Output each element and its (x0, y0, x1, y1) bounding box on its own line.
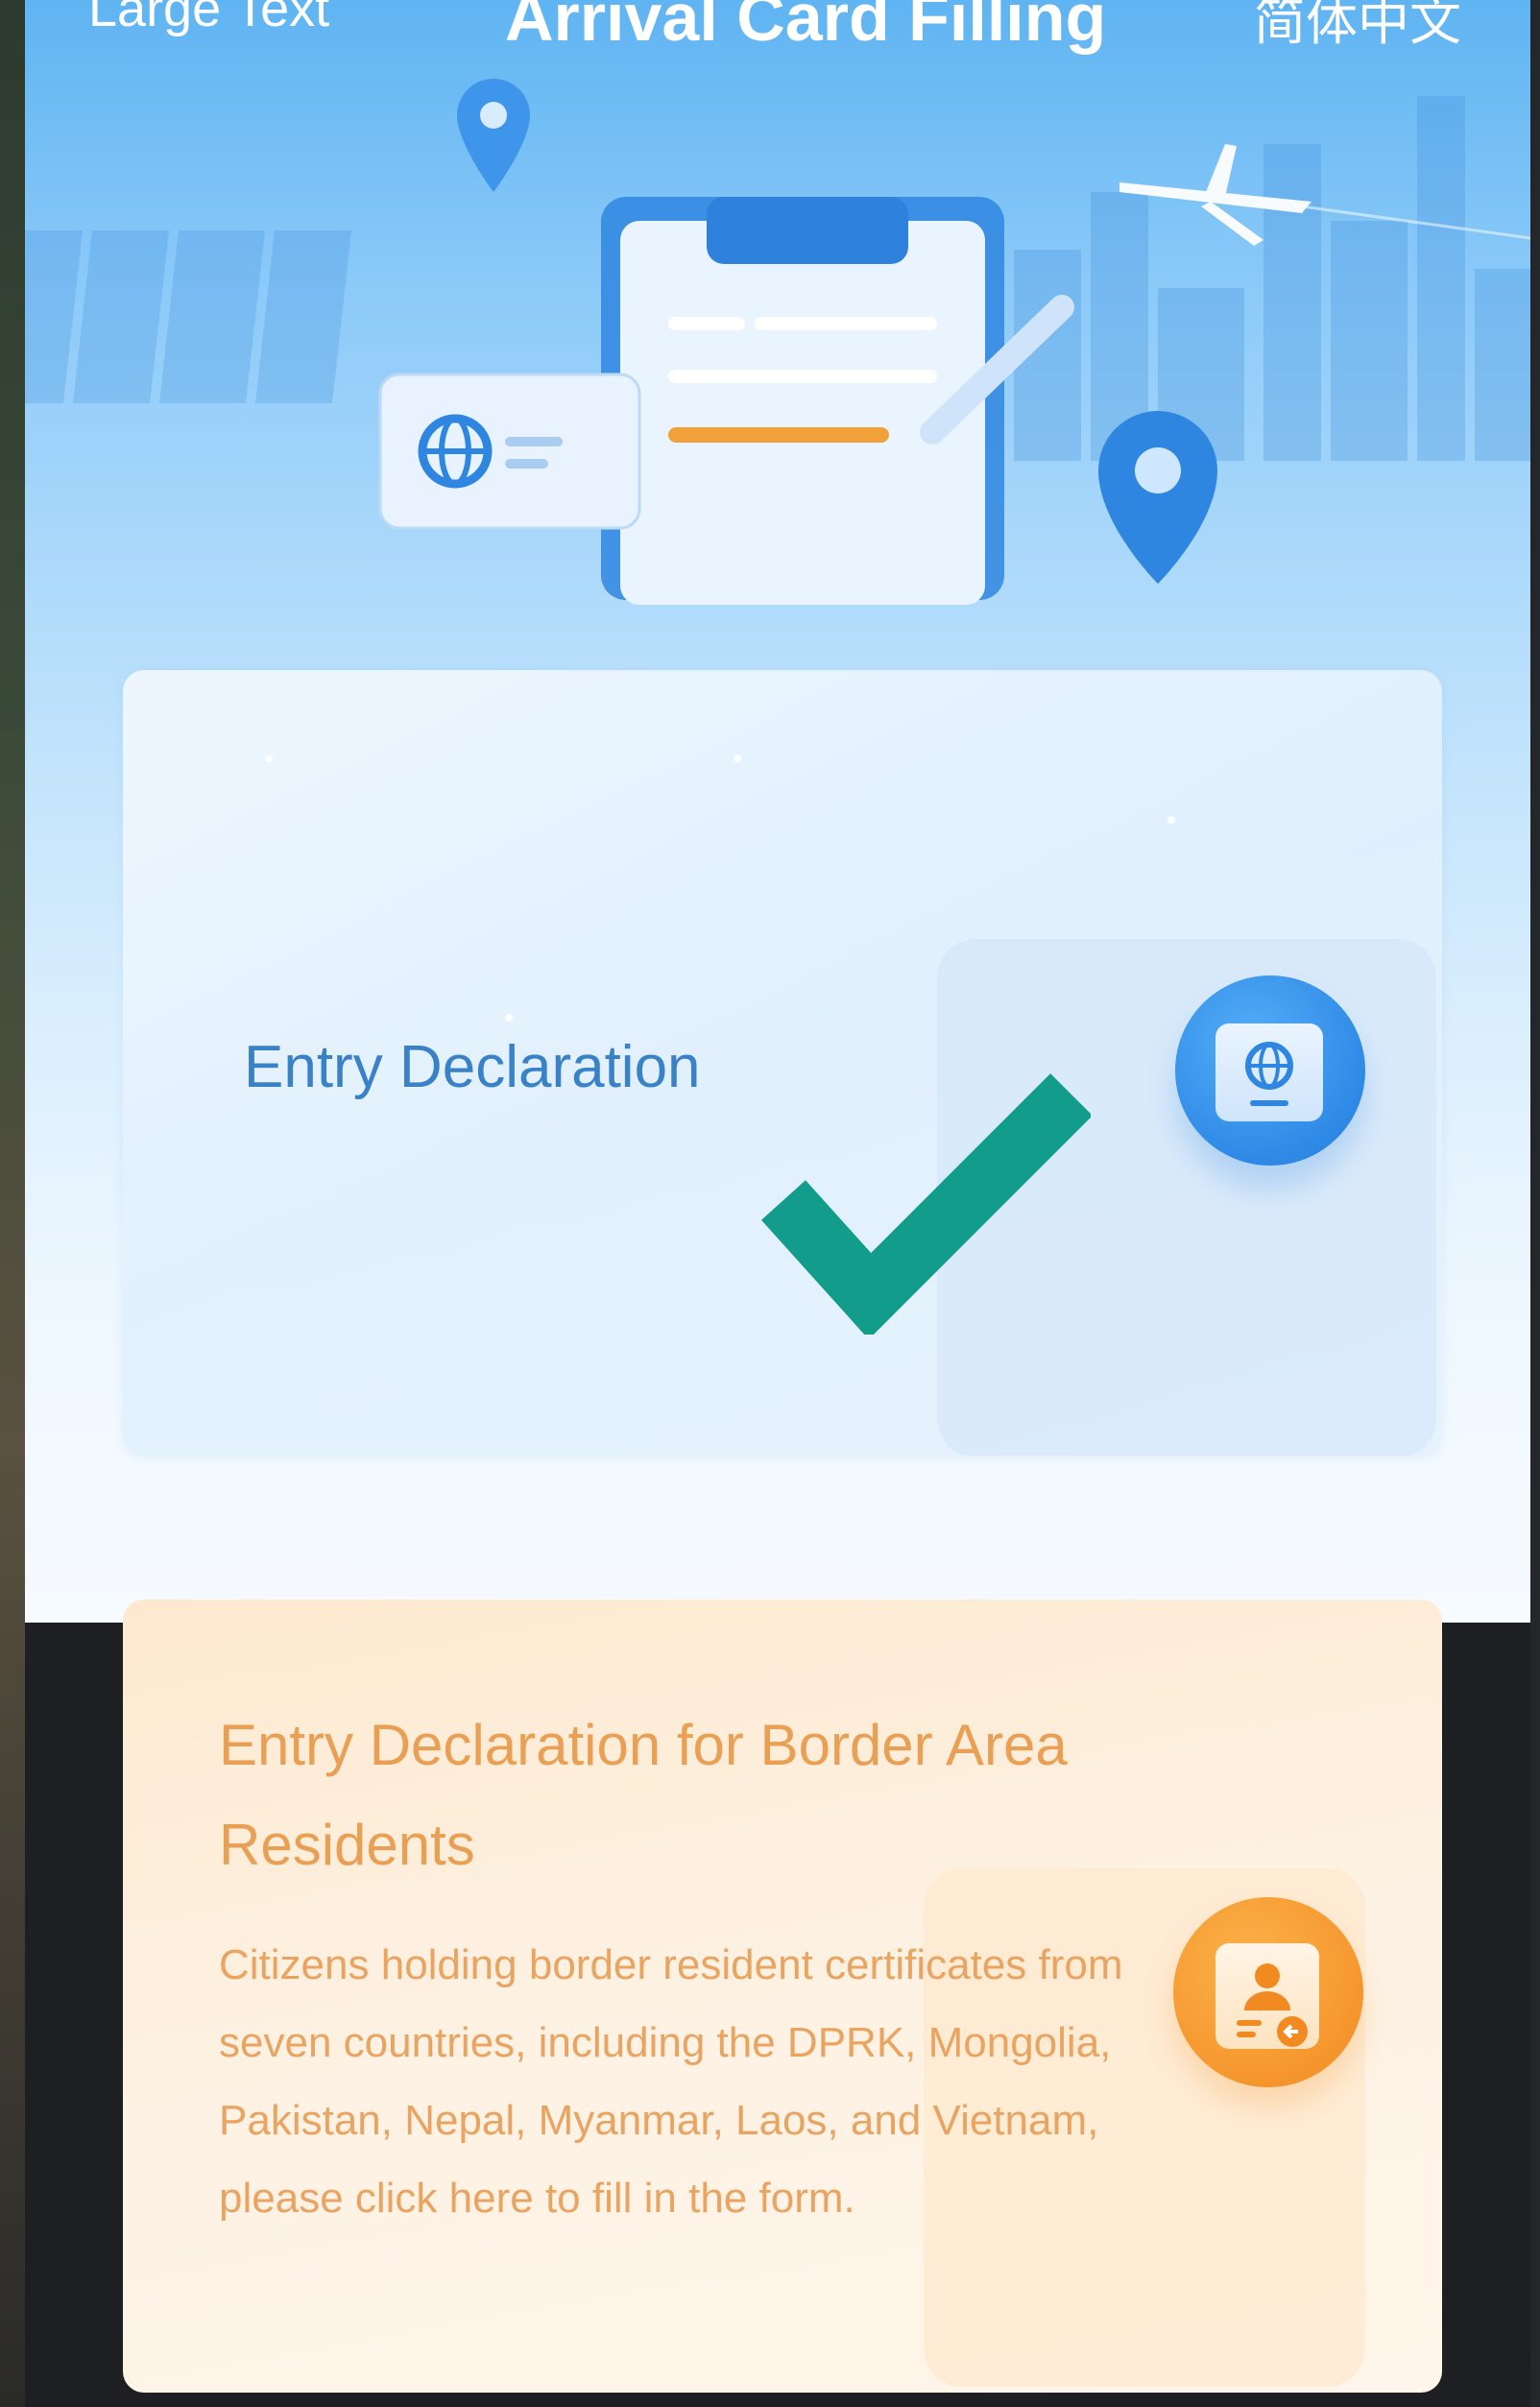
border-residents-card[interactable]: Entry Declaration for Border Area Reside… (123, 1600, 1442, 2393)
sparkle (1167, 816, 1175, 824)
map-pin-icon (457, 79, 530, 192)
right-edge (1530, 0, 1540, 2407)
app-screen: Large Text Arrival Card Filling 简体中文 Ent… (25, 0, 1530, 1623)
entry-declaration-card[interactable]: Entry Declaration (123, 670, 1442, 1456)
background-photo-edge (0, 0, 25, 2407)
sparkle (265, 755, 273, 762)
resident-certificate-icon (1173, 1897, 1363, 2087)
map-pin-icon-large (1098, 411, 1217, 584)
entry-declaration-title: Entry Declaration (244, 1034, 701, 1100)
border-residents-title: Entry Declaration for Border Area Reside… (219, 1713, 1068, 1877)
sparkle (734, 755, 741, 762)
sparkle (505, 1014, 513, 1022)
border-residents-description: Citizens holding border resident certifi… (219, 1941, 1123, 2222)
hero-illustration (25, 79, 1530, 605)
passport-globe-icon (1175, 975, 1365, 1166)
checkmark-icon (760, 1073, 1091, 1335)
